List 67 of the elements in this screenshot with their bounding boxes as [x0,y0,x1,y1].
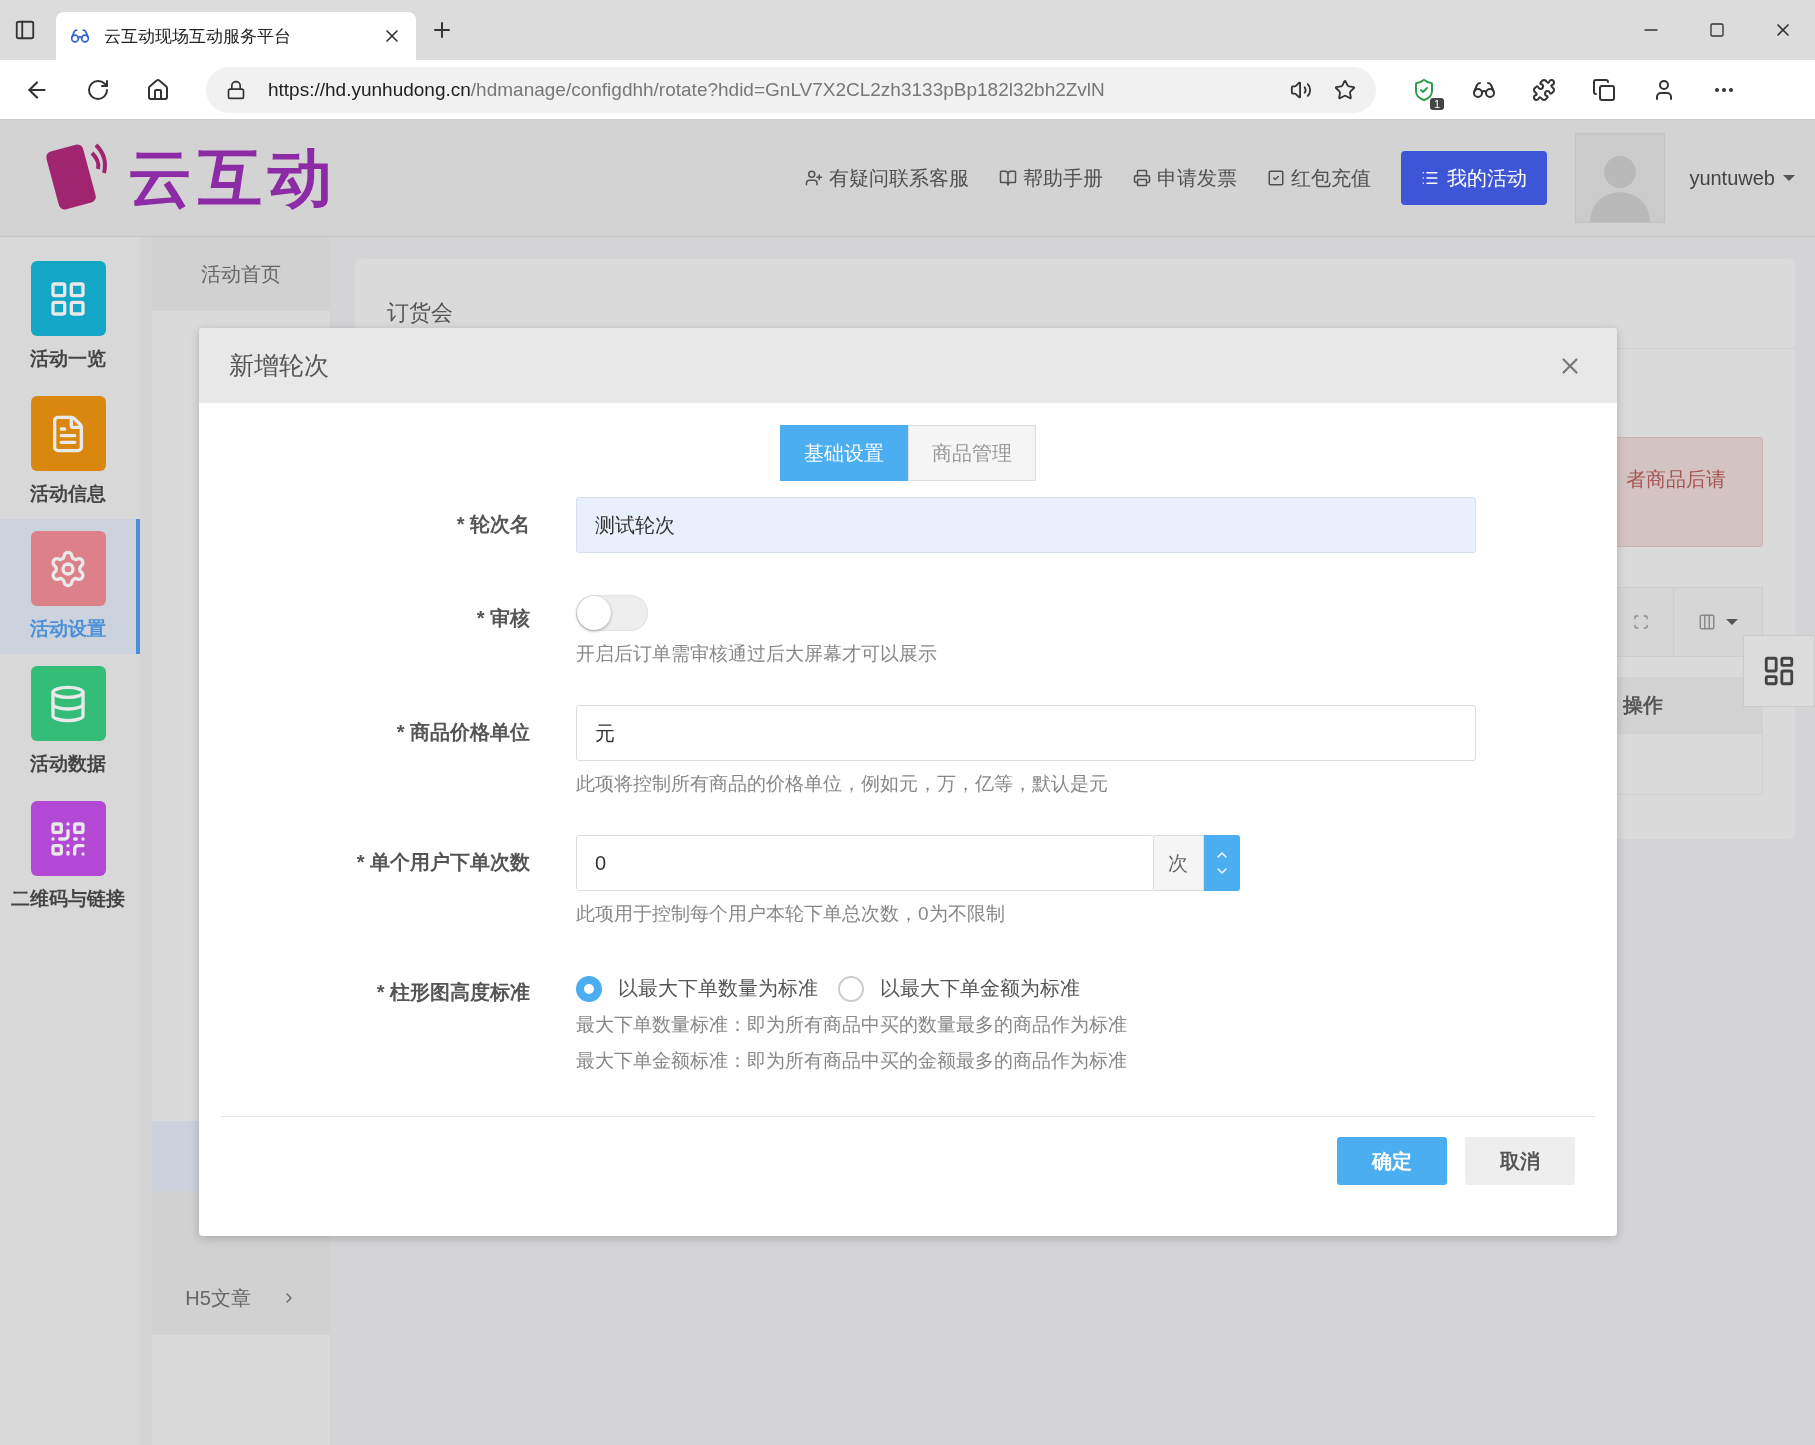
shield-icon[interactable] [1412,77,1436,102]
field-label: * 商品价格单位 [395,720,530,745]
sidebar-item[interactable]: 活动一览 [0,249,140,384]
sidebar-item[interactable]: 活动信息 [0,384,140,519]
help-text: 此项用于控制每个用户本轮下单总次数，0为不限制 [576,902,1006,926]
browser-tab[interactable]: 云互动现场互动服务平台 [56,12,416,60]
home-icon[interactable] [146,77,170,102]
user-menu[interactable]: yuntuweb [1689,166,1795,190]
checkbox-icon [1267,169,1286,187]
toggle-switch[interactable] [576,595,648,631]
nav-link[interactable]: 红包充值 [1267,164,1372,192]
star-icon[interactable] [1334,78,1356,101]
puzzle-icon[interactable] [1532,77,1556,102]
url-text: https://hd.yunhudong.cn/hdmanage/configdhh/rotate?hdid=GnLV7X2CL2zh3133pBp182l32bh2ZvlN [268,78,1106,101]
nav-link-label: 红包充值 [1291,165,1372,191]
user-plus-icon [805,169,824,187]
maximize-icon[interactable] [1709,20,1725,40]
book-icon [999,169,1018,187]
grid-menu-button[interactable] [1743,635,1815,707]
fullscreen-icon [1633,614,1649,630]
lock-icon [226,79,246,100]
nav-link-label: 帮助手册 [1023,165,1104,191]
field-label: * 柱形图高度标准 [375,980,530,1005]
unit-addon: 次 [1153,835,1204,891]
extension-badge: 1 [1429,97,1444,110]
tile-glyph-icon [48,683,88,724]
radio-button[interactable] [576,975,602,1002]
help-text: 最大下单金额标准：即为所有商品中买的金额最多的商品作为标准 [576,1049,1128,1073]
field-label: * 单个用户下单次数 [355,850,530,875]
sidebar-toggle-icon[interactable] [14,19,36,41]
sidebar-item[interactable]: 活动数据 [0,654,140,789]
caret-icon [1783,175,1795,181]
field-label: * 审核 [475,606,530,631]
help-text: 最大下单数量标准：即为所有商品中买的数量最多的商品作为标准 [576,1013,1128,1037]
collections-icon[interactable] [1592,77,1616,102]
grid-icon [1762,654,1796,688]
field-label: * 轮次名 [455,512,530,537]
nav-link[interactable]: 申请发票 [1133,164,1238,192]
refresh-icon[interactable] [86,77,110,102]
text-field[interactable]: 元 [576,705,1476,761]
nav-link[interactable]: 帮助手册 [999,164,1104,192]
site-favicon-icon [70,26,90,46]
printer-icon [1133,169,1152,187]
card-title: 订货会 [387,298,453,327]
sidebar-item[interactable]: 二维码与链接 [0,789,140,924]
help-text: 此项将控制所有商品的价格单位，例如元，万，亿等，默认是元 [576,772,1109,796]
cancel-button[interactable]: 取消 [1465,1137,1575,1185]
list-icon [1421,169,1440,187]
columns-icon [1698,613,1716,631]
tile-glyph-icon [48,548,88,589]
help-text: 开启后订单需审核通过后大屏幕才可以展示 [576,642,938,666]
text-field[interactable]: 测试轮次 [576,497,1476,553]
logo-text: 云互动 [128,140,338,216]
tab-title: 云互动现场互动服务平台 [104,25,292,48]
radio-label: 以最大下单数量为标准 [618,976,818,1001]
nav-link[interactable]: 有疑问联系客服 [805,164,970,192]
dialog-title: 新增轮次 [229,350,329,381]
radio-button[interactable] [838,975,864,1002]
subnav-item[interactable]: 活动首页 [152,237,330,311]
caret-icon [1726,619,1738,625]
address-bar[interactable]: https://hd.yunhudong.cn/hdmanage/configdhh/rotate?hdid=GnLV7X2CL2zh3133pBp182l32bh2ZvlN [206,66,1376,113]
subnav-item[interactable]: H5文章 [152,1261,330,1335]
radio-label: 以最大下单金额为标准 [880,976,1080,1001]
my-activities-button[interactable]: 我的活动 [1401,151,1548,205]
nav-link-label: 申请发票 [1157,165,1238,191]
nav-link-label: 有疑问联系客服 [829,165,970,191]
number-field[interactable]: 0 [576,835,1154,891]
